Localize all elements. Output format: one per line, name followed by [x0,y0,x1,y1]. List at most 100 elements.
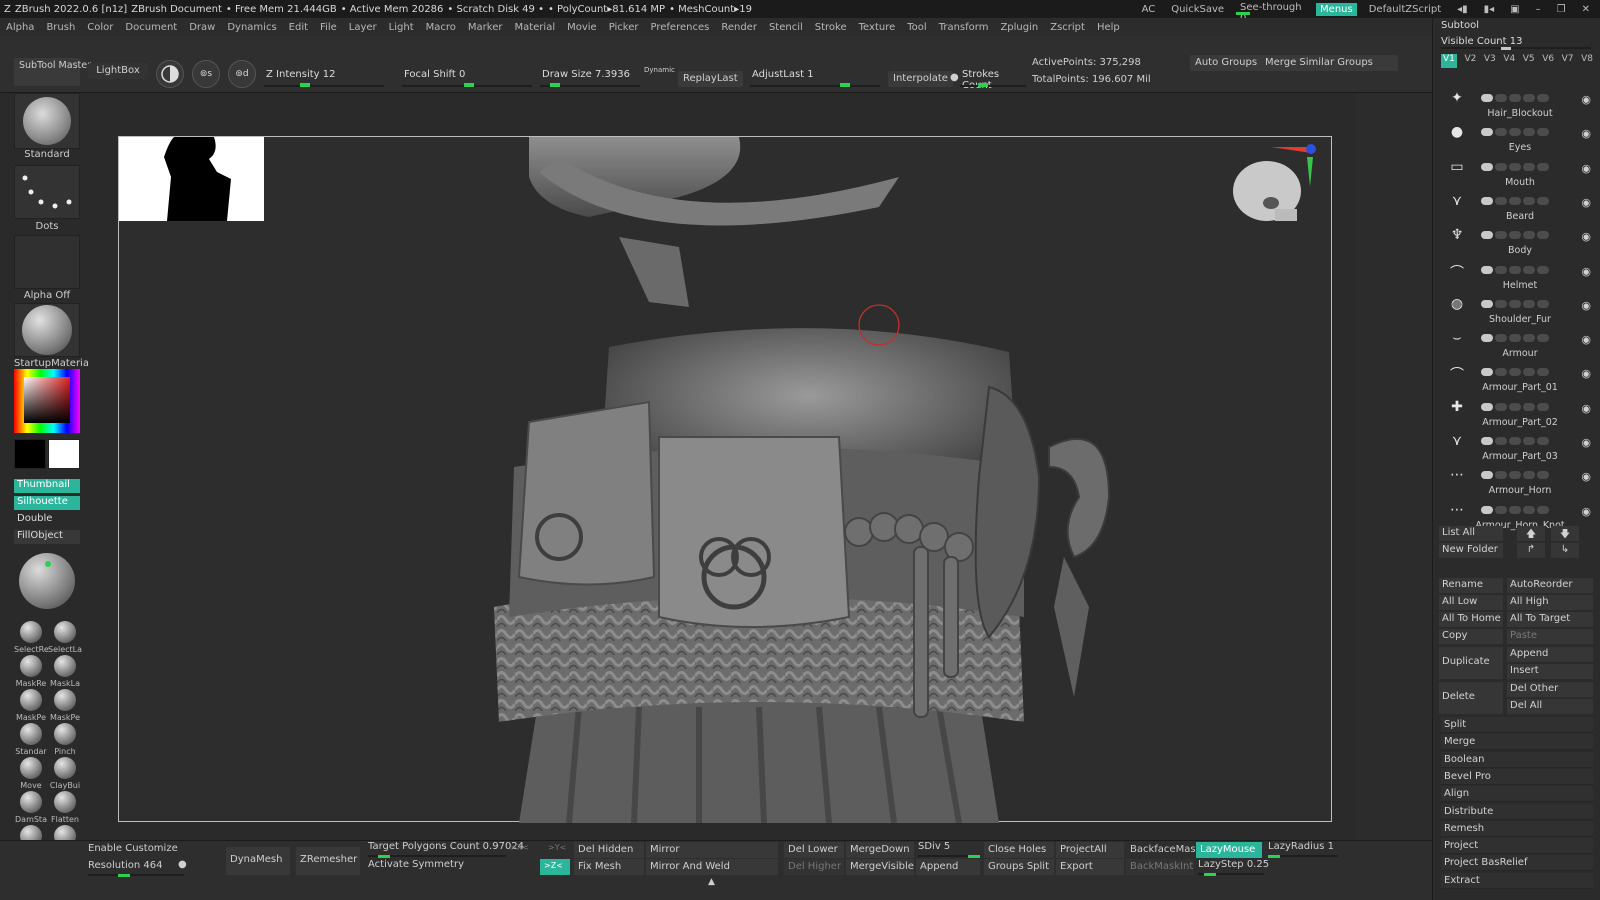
subtool-toggle[interactable] [1481,299,1493,308]
subtool-toggle[interactable] [1509,162,1521,171]
restore-icon[interactable]: ❐ [1553,4,1570,15]
menu-zplugin[interactable]: Zplugin [994,22,1044,33]
material-thumbnail[interactable] [14,303,80,357]
menu-color[interactable]: Color [81,22,119,33]
subtool-toggle[interactable] [1523,94,1535,102]
subtool-thumbnail-icon[interactable]: ⋯ [1447,467,1467,485]
backmaskint-slider[interactable]: BackMaskInt [1126,859,1194,875]
enable-customize-button[interactable]: Enable Customize [88,843,178,859]
eye-icon[interactable]: ◉ [1581,230,1591,243]
version-v6[interactable]: V6 [1542,54,1554,68]
backfacemask-button[interactable]: BackfaceMask [1126,842,1201,858]
subtool-toggle[interactable] [1495,505,1507,514]
all-to-home-button[interactable]: All To Home [1439,612,1503,627]
target-polygons-slider[interactable]: Target Polygons Count 0.97024 [368,841,524,858]
subtool-master-button[interactable]: SubTool Master [14,58,91,86]
del-hidden-button[interactable]: Del Hidden [574,842,644,858]
tool-claybui[interactable]: ClayBui [48,757,82,790]
subtool-toggle[interactable] [1481,162,1493,171]
draw-size-slider[interactable]: Draw Size 7.3936 [540,69,640,87]
subtool-item[interactable]: ⋎ ◉ Beard [1445,179,1595,222]
subtool-toggle[interactable] [1523,402,1535,411]
eye-icon[interactable]: ◉ [1581,265,1591,278]
subtool-toggle[interactable] [1481,437,1493,445]
sym-y-toggle[interactable]: >Y< [548,843,566,859]
subtool-title[interactable]: Subtool [1441,20,1479,31]
subtool-toggle[interactable] [1509,265,1521,274]
subtool-toggle[interactable] [1523,368,1535,377]
subtool-toggle[interactable] [1481,402,1493,411]
tool-maskpe[interactable]: MaskPe [14,689,48,722]
menus-toggle[interactable]: Menus [1316,2,1357,16]
eye-icon[interactable]: ◉ [1581,470,1591,483]
menu-dynamics[interactable]: Dynamics [221,22,282,33]
duplicate-button[interactable]: Duplicate [1439,647,1503,679]
subtool-toggle[interactable] [1495,299,1507,308]
interpolate-button[interactable]: Interpolate [888,71,953,87]
subtool-thumbnail-icon[interactable]: ⌣ [1447,330,1467,348]
subtool-toggle[interactable] [1495,196,1507,205]
subtool-toggle[interactable] [1495,368,1507,377]
menu-material[interactable]: Material [508,22,561,33]
subtool-toggle[interactable] [1481,128,1493,137]
autoreorder-button[interactable]: AutoReorder [1507,578,1593,593]
lightbox-button[interactable]: LightBox [88,63,148,79]
close-holes-button[interactable]: Close Holes [984,842,1054,858]
subtool-toggle[interactable] [1495,402,1507,411]
menu-texture[interactable]: Texture [853,22,902,33]
subtool-toggle[interactable] [1509,368,1521,377]
subtool-align-section[interactable]: Align [1441,786,1593,803]
mergevisible-button[interactable]: MergeVisible [846,859,914,875]
new-folder-button[interactable]: New Folder [1439,543,1503,558]
folder-down-icon[interactable]: ↳ [1551,543,1579,558]
subtool-toggle[interactable] [1481,471,1493,480]
tool-move[interactable]: Move [14,757,48,790]
subtool-item[interactable]: ⋯ ◉ Armour_Horn [1445,453,1595,496]
version-v4[interactable]: V4 [1503,54,1515,68]
subtool-item[interactable]: ⌒ ◉ Helmet [1445,248,1595,291]
subtool-toggle[interactable] [1523,299,1535,308]
subtool-toggle[interactable] [1537,162,1549,171]
subtool-toggle[interactable] [1495,94,1507,102]
skull-gizmo-icon[interactable] [1227,143,1317,233]
tool-maskre[interactable]: MaskRe [14,655,48,688]
menu-light[interactable]: Light [383,22,420,33]
version-v2[interactable]: V2 [1464,54,1476,68]
subtool-thumbnail-icon[interactable]: ▭ [1447,159,1467,177]
all-low-button[interactable]: All Low [1439,595,1503,610]
subtool-thumbnail-icon[interactable]: ♆ [1447,227,1467,245]
subtool-item[interactable]: ⌒ ◉ Armour_Part_01 [1445,350,1595,393]
subtool-toggle[interactable] [1537,471,1549,480]
subtool-thumbnail-icon[interactable]: ⌒ [1447,364,1467,383]
activate-symmetry-button[interactable]: Activate Symmetry [368,859,464,875]
tray-toggle-icon[interactable]: ▲ [708,877,715,893]
list-all-button[interactable]: List All [1439,526,1503,541]
alpha-thumbnail[interactable] [14,235,80,289]
z-intensity-slider[interactable]: Z Intensity 12 [264,69,384,87]
mirror-button[interactable]: Mirror [646,842,778,858]
primary-color-swatch[interactable] [14,439,46,469]
paste-button[interactable]: Paste [1507,629,1593,644]
groups-split-button[interactable]: Groups Split [984,859,1054,875]
double-toggle[interactable]: Double [14,513,80,527]
subtool-toggle[interactable] [1523,437,1535,445]
layout-icon[interactable]: ◂▮ [1453,4,1472,15]
subtool-toggle[interactable] [1495,471,1507,480]
subtool-toggle[interactable] [1509,231,1521,240]
subtool-toggle[interactable] [1509,334,1521,343]
subtool-item[interactable]: ♆ ◉ Body [1445,213,1595,256]
menu-macro[interactable]: Macro [420,22,462,33]
subtool-toggle[interactable] [1495,162,1507,171]
copy-button[interactable]: Copy [1439,629,1503,644]
del-all-button[interactable]: Del All [1507,699,1593,714]
menu-picker[interactable]: Picker [603,22,645,33]
silhouette-toggle[interactable]: Silhouette [14,496,80,510]
subtool-toggle[interactable] [1481,196,1493,205]
append-button[interactable]: Append [1507,647,1593,662]
subtool-item[interactable]: ◍ ◉ Shoulder_Fur [1445,282,1595,325]
subtool-toggle[interactable] [1523,334,1535,343]
subtool-thumbnail-icon[interactable]: ● [1447,124,1467,142]
subtool-toggle[interactable] [1509,94,1521,102]
fix-mesh-button[interactable]: Fix Mesh [574,859,644,875]
zremesher-button[interactable]: ZRemesher [296,847,360,875]
